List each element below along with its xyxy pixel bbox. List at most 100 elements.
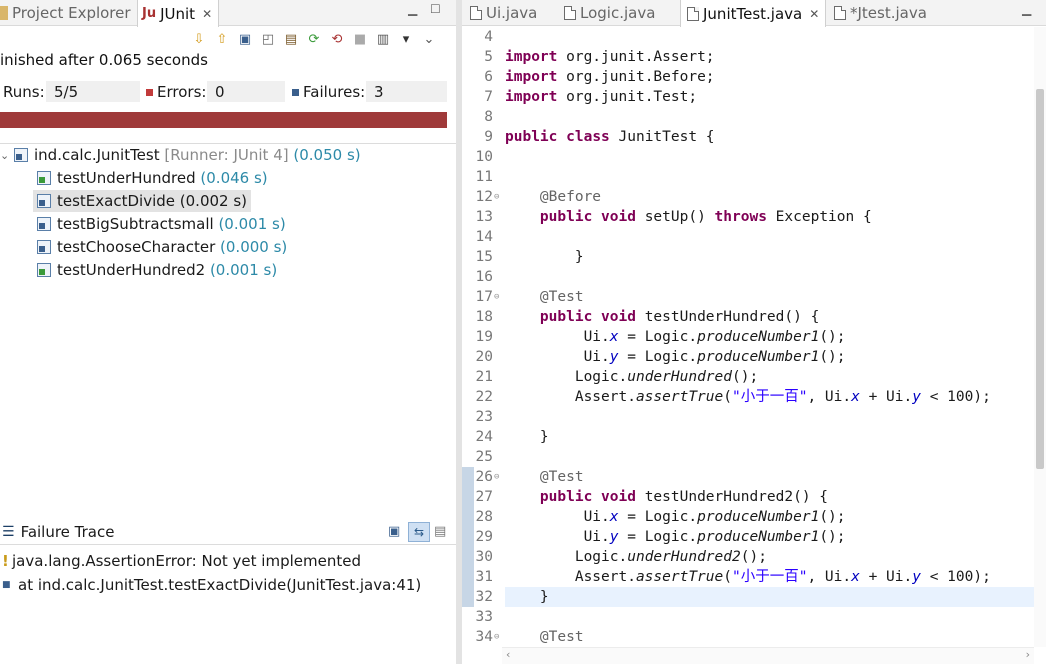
tab-ui-java[interactable]: Ui.java [470,0,537,26]
test-failure-icon [37,194,51,208]
expand-chevron-icon[interactable]: ⌄ [0,149,14,162]
test-tree: ⌄ ind.calc.JunitTest [Runner: JUnit 4] (… [0,143,456,279]
copy-trace-icon[interactable]: ▤ [434,524,446,539]
code-editor[interactable]: 4 5 6 7 8 9 10 11 12 ⊖ 13 14 15 16 17 ⊖ … [462,27,1046,647]
minimize-icon[interactable]: ▁ [408,2,417,16]
show-failures-only-icon[interactable]: ▣ [236,30,254,48]
test-pass-icon [37,263,51,277]
tree-test-row[interactable]: testUnderHundred2 (0.001 s) [37,259,277,281]
scroll-left-icon[interactable]: ‹ [506,648,510,661]
test-run-history-icon[interactable]: ▤ [282,30,300,48]
current-line: } [505,587,1034,607]
fold-toggle-icon[interactable]: ⊖ [494,187,503,207]
tab-jtest-java[interactable]: *Jtest.java [834,0,927,26]
tab-junittest-java[interactable]: JunitTest.java ✕ [680,0,827,27]
line-number: 4 [484,29,493,45]
line-number: 17 [475,289,493,305]
next-failure-icon[interactable]: ⇩ [190,30,208,48]
code-line: public void setUp() throws Exception { [539,209,872,225]
line-number: 30 [475,549,493,565]
failures-counter: Failures: [292,81,365,103]
line-number: 10 [475,149,493,165]
close-icon[interactable]: ✕ [809,7,819,21]
java-file-icon [564,6,576,20]
previous-failure-icon[interactable]: ⇧ [213,30,231,48]
stop-icon[interactable]: ■ [351,30,369,48]
line-number-gutter: 4 5 6 7 8 9 10 11 12 ⊖ 13 14 15 16 17 ⊖ … [462,27,502,647]
vertical-scrollbar[interactable] [1034,27,1046,647]
scroll-lock-icon[interactable]: ◰ [259,30,277,48]
junit-icon: Ju [142,6,157,21]
editor-tab-bar: Ui.java Logic.java JunitTest.java ✕ *Jte… [462,0,1046,27]
close-icon[interactable]: ✕ [202,7,212,21]
line-number: 14 [475,229,493,245]
line-number: 32 [475,589,493,605]
line-number: 26 [475,469,493,485]
java-editor-pane: Ui.java Logic.java JunitTest.java ✕ *Jte… [462,0,1046,664]
tree-test-row[interactable]: testChooseCharacter (0.000 s) [37,236,287,258]
code-line: Ui.y = Logic.produceNumber1(); [583,349,846,365]
progress-bar [0,112,447,128]
line-number: 29 [475,529,493,545]
minimize-icon[interactable]: ▁ [1022,2,1031,16]
fold-toggle-icon[interactable]: ⊖ [494,627,503,647]
tree-test-row-selected[interactable]: testExactDivide (0.002 s) [33,190,252,212]
compare-result-icon[interactable]: ▣ [388,524,400,539]
failures-value: 3 [366,81,447,102]
rerun-failed-first-icon[interactable]: ⟲ [328,30,346,48]
maximize-icon[interactable]: ☐ [430,2,441,16]
java-file-icon [834,6,846,20]
fold-toggle-icon[interactable]: ⊖ [494,467,503,487]
code-line: @Test [539,629,584,645]
test-failure-icon [37,217,51,231]
line-number: 11 [475,169,493,185]
tree-test-row[interactable]: testBigSubtractsmall (0.001 s) [37,213,286,235]
fold-toggle-icon[interactable]: ⊖ [494,287,503,307]
line-number: 8 [484,109,493,125]
line-number: 21 [475,369,493,385]
errors-counter: Errors: [146,81,206,103]
code-line: Assert.assertTrue("小于一百", Ui.x + Ui.y < … [574,389,991,405]
code-line: import org.junit.Test; [505,89,698,105]
horizontal-scrollbar[interactable]: ‹ › [502,647,1034,664]
tree-test-row[interactable]: testUnderHundred (0.046 s) [37,167,268,189]
code-line: Logic.underHundred2(); [574,549,767,565]
layout-icon[interactable]: ▥ [374,30,392,48]
tab-junit[interactable]: Ju JUnit ✕ [137,0,220,27]
left-tab-bar: Project Explorer Ju JUnit ✕ ▁ ☐ [0,0,456,27]
line-number: 12 [475,189,493,205]
code-line: Ui.y = Logic.produceNumber1(); [583,529,846,545]
stack-frame-icon: ■ [2,580,11,590]
line-number: 5 [484,49,493,65]
junit-view: Project Explorer Ju JUnit ✕ ▁ ☐ ⇩ ⇧ ▣ ◰ … [0,0,456,664]
line-number: 22 [475,389,493,405]
dropdown-icon[interactable]: ▾ [397,30,415,48]
trace-line[interactable]: ! java.lang.AssertionError: Not yet impl… [2,550,361,572]
stack-trace-icon: ☰ [2,524,15,540]
code-line: } [539,429,549,445]
tab-project-explorer[interactable]: Project Explorer [0,0,131,26]
line-number: 20 [475,349,493,365]
view-menu-icon[interactable]: ⌄ [420,30,438,48]
line-number: 9 [484,129,493,145]
scrollbar-thumb[interactable] [1036,89,1044,469]
trace-line[interactable]: ■ at ind.calc.JunitTest.testExactDivide(… [2,574,421,596]
failure-trace-header: ☰ Failure Trace ▣ ⇆ ▤ [0,521,456,545]
code-line: Logic.underHundred(); [574,369,759,385]
run-counters: Runs: 5/5 Errors: 0 Failures: 3 [0,81,456,103]
test-pass-icon [37,171,51,185]
scroll-right-icon[interactable]: › [1026,648,1030,661]
line-number: 18 [475,309,493,325]
code-line: @Test [539,289,584,305]
line-number: 24 [475,429,493,445]
tab-logic-java[interactable]: Logic.java [564,0,655,26]
rerun-test-icon[interactable]: ⟳ [305,30,323,48]
code-line: public class JunitTest { [505,129,715,145]
java-file-icon [470,6,482,20]
test-failure-icon [37,240,51,254]
filter-stack-icon[interactable]: ⇆ [408,522,430,542]
tree-suite-row[interactable]: ⌄ ind.calc.JunitTest [Runner: JUnit 4] (… [0,144,361,166]
line-number: 15 [475,249,493,265]
line-number: 16 [475,269,493,285]
line-number: 6 [484,69,493,85]
